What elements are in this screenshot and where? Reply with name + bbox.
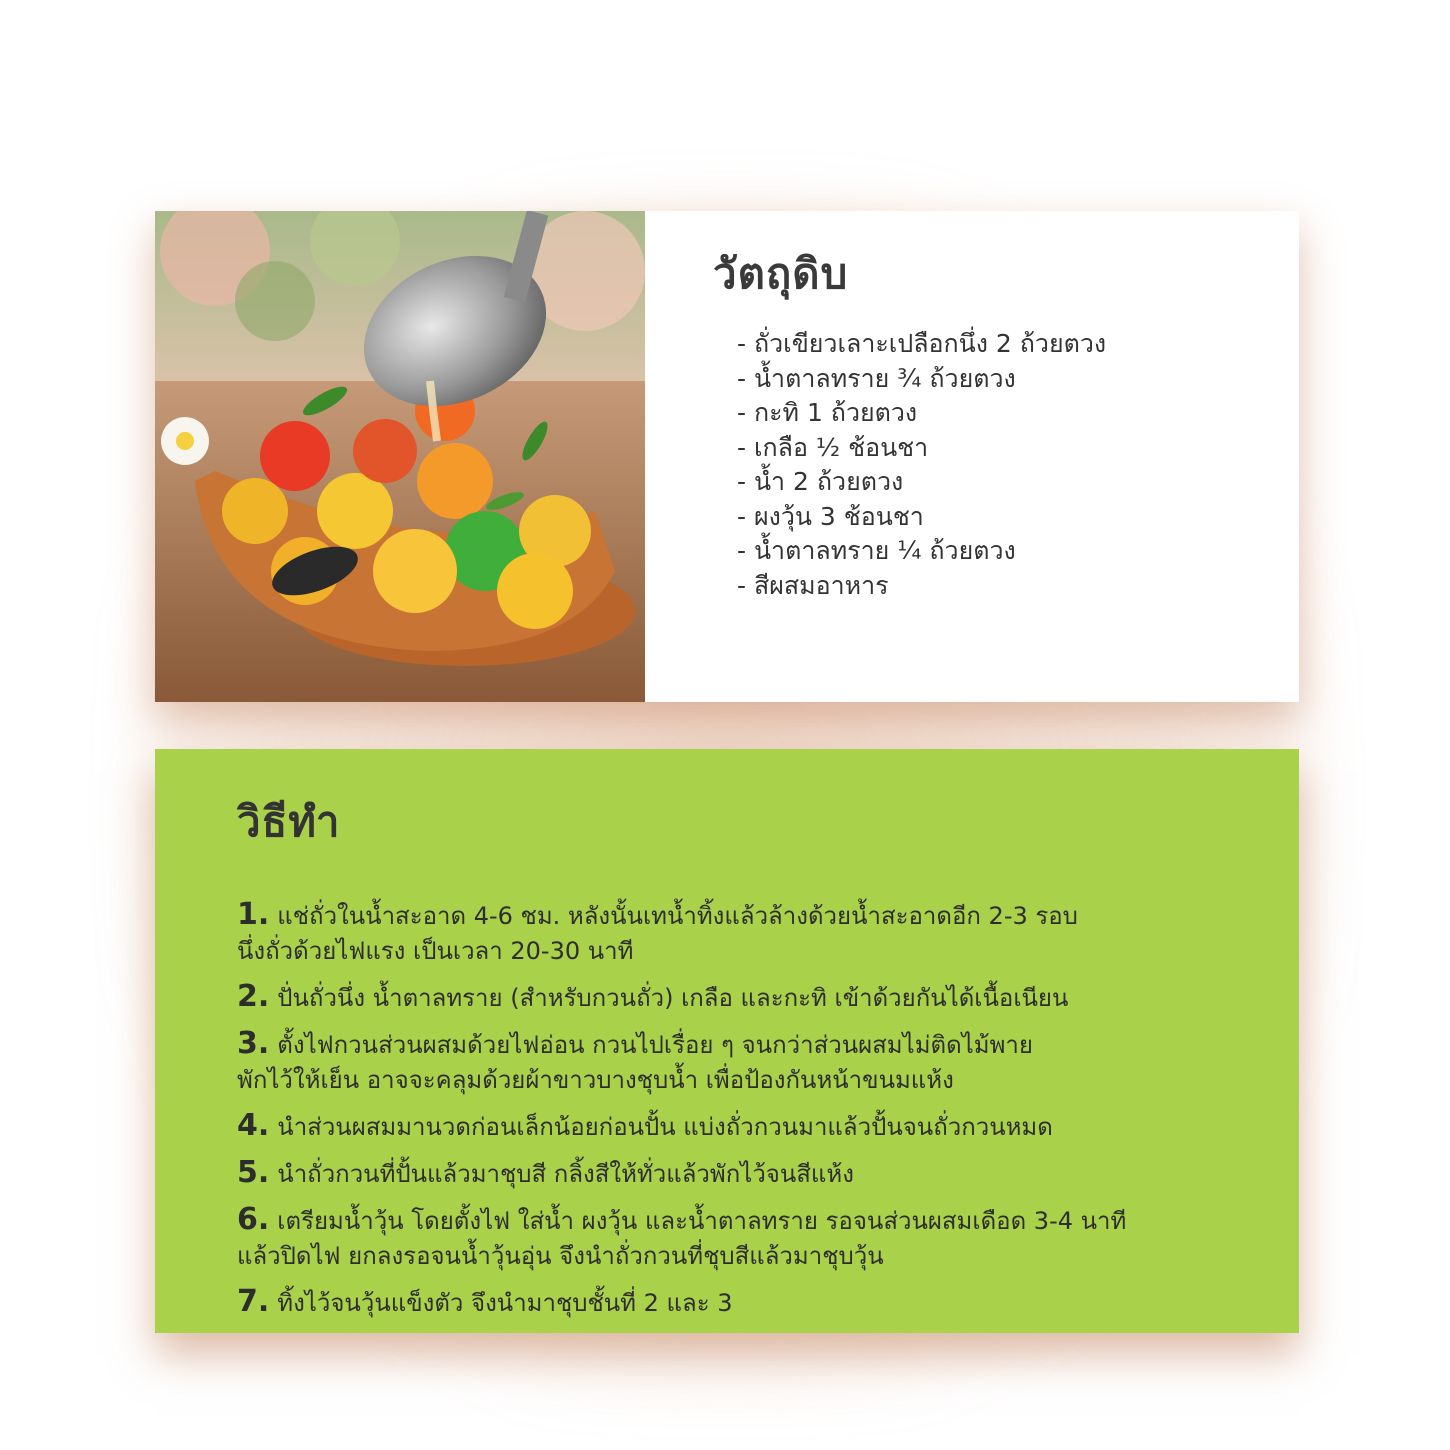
method-step: 4. นำส่วนผสมมานวดก่อนเล็กน้อยก่อนปั้น แบ่…: [237, 1108, 1247, 1145]
step-number: 5.: [237, 1155, 270, 1190]
step-text: นำถั่วกวนที่ปั้นแล้วมาชุบสี กลิ้งสีให้ทั…: [277, 1160, 854, 1188]
ingredient-item: สีผสมอาหาร: [737, 569, 1273, 604]
ingredient-item: น้ำตาลทราย ¾ ถ้วยตวง: [737, 362, 1273, 397]
step-text-continued: พักไว้ให้เย็น อาจจะคลุมด้วยผ้าขาวบางชุบน…: [237, 1066, 954, 1094]
ingredient-item: เกลือ ½ ช้อนชา: [737, 431, 1273, 466]
ingredients-section: วัตถุดิบ ถั่วเขียวเลาะเปลือกนึ่ง 2 ถ้วยต…: [713, 241, 1273, 603]
method-title: วิธีทำ: [237, 797, 341, 846]
step-number: 1.: [237, 897, 270, 932]
ingredients-list: ถั่วเขียวเลาะเปลือกนึ่ง 2 ถ้วยตวง น้ำตาล…: [713, 327, 1273, 603]
step-number: 4.: [237, 1108, 270, 1143]
method-step: 1. แช่ถั่วในน้ำสะอาด 4-6 ชม. หลังนั้นเทน้…: [237, 897, 1247, 969]
ingredients-card: วัตถุดิบ ถั่วเขียวเลาะเปลือกนึ่ง 2 ถ้วยต…: [155, 211, 1299, 702]
step-text: นำส่วนผสมมานวดก่อนเล็กน้อยก่อนปั้น แบ่งถ…: [277, 1113, 1053, 1141]
method-step: 7. ทิ้งไว้จนวุ้นแข็งตัว จึงนำมาชุบชั้นที่…: [237, 1284, 1247, 1321]
ingredient-item: กะทิ 1 ถ้วยตวง: [737, 396, 1273, 431]
step-text-continued: แล้วปิดไฟ ยกลงรอจนน้ำวุ้นอุ่น จึงนำถั่วก…: [237, 1242, 884, 1270]
method-card: วิธีทำ 1. แช่ถั่วในน้ำสะอาด 4-6 ชม. หลังน…: [155, 749, 1299, 1333]
method-step: 5. นำถั่วกวนที่ปั้นแล้วมาชุบสี กลิ้งสีให้…: [237, 1155, 1247, 1192]
step-text: เตรียมน้ำวุ้น โดยตั้งไฟ ใส่น้ำ ผงวุ้น แล…: [277, 1207, 1127, 1235]
step-text: ทิ้งไว้จนวุ้นแข็งตัว จึงนำมาชุบชั้นที่ 2…: [277, 1289, 733, 1317]
dessert-photo: [155, 211, 645, 702]
step-text: ตั้งไฟกวนส่วนผสมด้วยไฟอ่อน กวนไปเรื่อย ๆ…: [277, 1031, 1033, 1059]
step-number: 6.: [237, 1202, 270, 1237]
ingredient-item: น้ำ 2 ถ้วยตวง: [737, 465, 1273, 500]
step-text: ปั่นถั่วนึ่ง น้ำตาลทราย (สำหรับกวนถั่ว) …: [277, 984, 1069, 1012]
step-text-continued: นึ่งถั่วด้วยไฟแรง เป็นเวลา 20-30 นาที: [237, 937, 634, 965]
method-step: 6. เตรียมน้ำวุ้น โดยตั้งไฟ ใส่น้ำ ผงวุ้น …: [237, 1202, 1247, 1274]
step-text: แช่ถั่วในน้ำสะอาด 4-6 ชม. หลังนั้นเทน้ำท…: [277, 902, 1078, 930]
method-step: 2. ปั่นถั่วนึ่ง น้ำตาลทราย (สำหรับกวนถั่ว…: [237, 979, 1247, 1016]
step-number: 2.: [237, 979, 270, 1014]
method-step: 3. ตั้งไฟกวนส่วนผสมด้วยไฟอ่อน กวนไปเรื่อย…: [237, 1026, 1247, 1098]
step-number: 7.: [237, 1284, 270, 1319]
method-section: วิธีทำ 1. แช่ถั่วในน้ำสะอาด 4-6 ชม. หลังน…: [237, 789, 1247, 1331]
ingredient-item: ผงวุ้น 3 ช้อนชา: [737, 500, 1273, 535]
ingredients-title: วัตถุดิบ: [713, 249, 849, 298]
ingredient-item: ถั่วเขียวเลาะเปลือกนึ่ง 2 ถ้วยตวง: [737, 327, 1273, 362]
ingredient-item: น้ำตาลทราย ¼ ถ้วยตวง: [737, 534, 1273, 569]
step-number: 3.: [237, 1026, 270, 1061]
